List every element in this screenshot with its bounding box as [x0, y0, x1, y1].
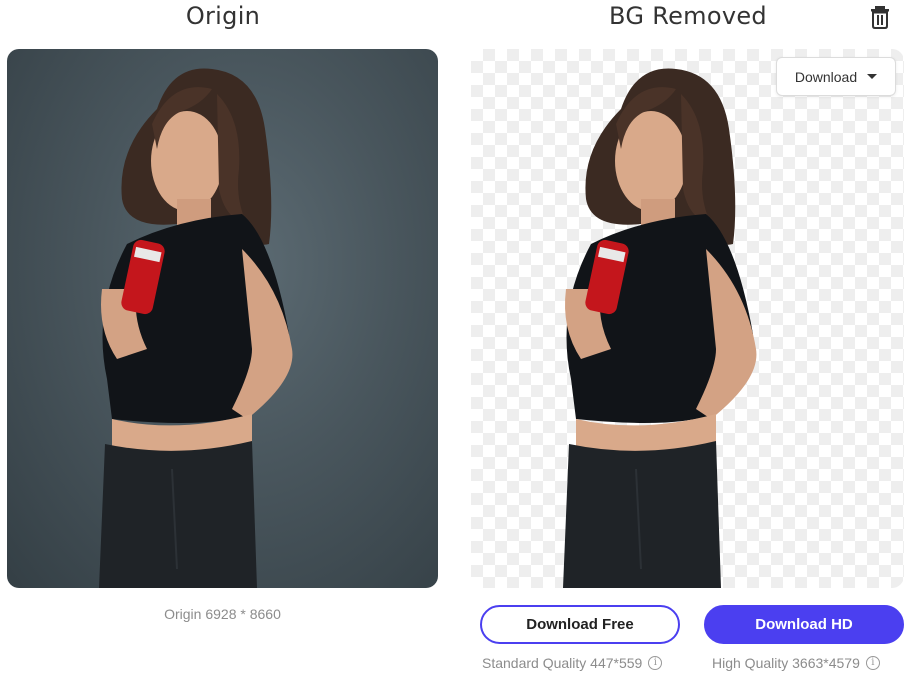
- download-dropdown-label: Download: [794, 68, 858, 85]
- download-hd-button[interactable]: Download HD: [704, 605, 904, 644]
- standard-quality-label: Standard Quality 447*559: [482, 655, 643, 671]
- bg-remover-result: Origin BG Removed Download Origin 6928 *…: [0, 0, 916, 674]
- standard-quality-info: Standard Quality 447*559 i: [482, 654, 663, 672]
- trash-icon: [871, 6, 889, 29]
- bg-removed-image: [471, 49, 904, 588]
- origin-image: [7, 49, 438, 588]
- origin-dimensions: Origin 6928 * 8660: [164, 606, 281, 622]
- delete-button[interactable]: [866, 3, 894, 31]
- download-dropdown[interactable]: Download: [776, 57, 896, 96]
- origin-title: Origin: [185, 2, 261, 30]
- high-quality-info: High Quality 3663*4579 i: [712, 654, 880, 672]
- high-quality-label: High Quality 3663*4579: [712, 655, 860, 671]
- person-cutout: [563, 68, 757, 588]
- info-icon[interactable]: i: [865, 656, 880, 670]
- caret-down-icon: [867, 74, 878, 79]
- info-icon[interactable]: i: [648, 656, 663, 670]
- bg-removed-title: BG Removed: [609, 2, 767, 30]
- download-free-button[interactable]: Download Free: [480, 605, 680, 644]
- person-photo: [99, 68, 293, 588]
